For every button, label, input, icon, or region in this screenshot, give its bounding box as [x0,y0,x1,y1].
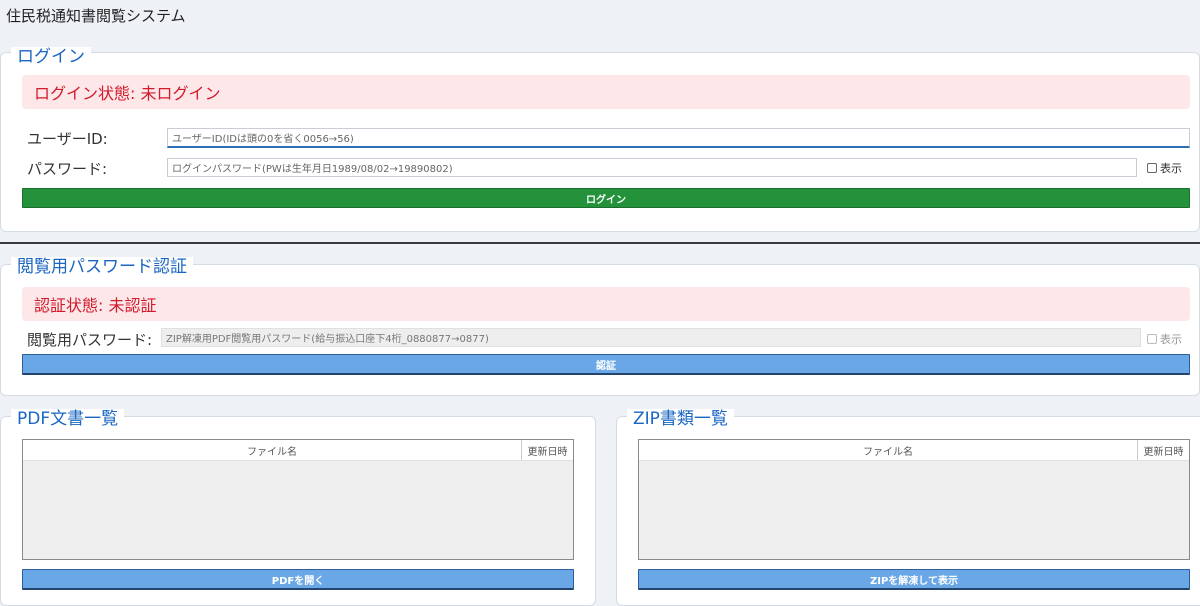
show-password-checkbox[interactable]: 表示 [1147,160,1182,176]
show-view-password-label: 表示 [1160,333,1182,346]
show-password-label: 表示 [1160,162,1182,175]
zip-list-legend: ZIP書類一覧 [627,409,734,429]
user-id-input[interactable]: ユーザーID(IDは頭の0を省く0056→56) [167,128,1190,148]
checkbox-box[interactable] [1147,163,1157,173]
unzip-display-button[interactable]: ZIPを解凍して表示 [638,569,1190,590]
view-auth-panel: 閲覧用パスワード認証 認証状態: 未認証 閲覧用パスワード: ZIP解凍用PDF… [0,257,1200,396]
login-button[interactable]: ログイン [22,188,1190,208]
password-label: パスワード: [27,160,108,178]
column-header-filename[interactable]: ファイル名 [23,440,521,460]
open-pdf-button[interactable]: PDFを開く [22,569,574,590]
show-view-password-checkbox[interactable]: 表示 [1147,331,1182,347]
column-header-updated[interactable]: 更新日時 [1137,440,1189,460]
column-header-filename[interactable]: ファイル名 [639,440,1137,460]
user-id-label: ユーザーID: [27,130,108,148]
pdf-list-legend: PDF文書一覧 [11,409,125,429]
pdf-file-table[interactable]: ファイル名 更新日時 [22,439,574,560]
view-password-label: 閲覧用パスワード: [27,331,153,349]
column-header-updated[interactable]: 更新日時 [521,440,573,460]
password-input[interactable]: ログインパスワード(PWは生年月日1989/08/02→19890802) [167,158,1137,177]
auth-status-badge: 認証状態: 未認証 [22,287,1190,321]
auth-button[interactable]: 認証 [22,354,1190,375]
login-legend: ログイン [11,47,91,67]
view-password-input[interactable]: ZIP解凍用PDF閲覧用パスワード(給与振込口座下4桁_0880877→0877… [161,328,1141,347]
zip-list-panel: ZIP書類一覧 ファイル名 更新日時 ZIPを解凍して表示 [616,409,1200,606]
table-header: ファイル名 更新日時 [639,440,1189,461]
section-divider [0,242,1200,244]
table-header: ファイル名 更新日時 [23,440,573,461]
zip-file-table[interactable]: ファイル名 更新日時 [638,439,1190,560]
checkbox-box[interactable] [1147,334,1157,344]
pdf-list-panel: PDF文書一覧 ファイル名 更新日時 PDFを開く [0,409,596,606]
login-status-badge: ログイン状態: 未ログイン [22,75,1190,109]
app-title: 住民税通知書閲覧システム [6,7,186,25]
login-panel: ログイン ログイン状態: 未ログイン ユーザーID: ユーザーID(IDは頭の0… [0,47,1200,232]
view-auth-legend: 閲覧用パスワード認証 [11,257,193,277]
